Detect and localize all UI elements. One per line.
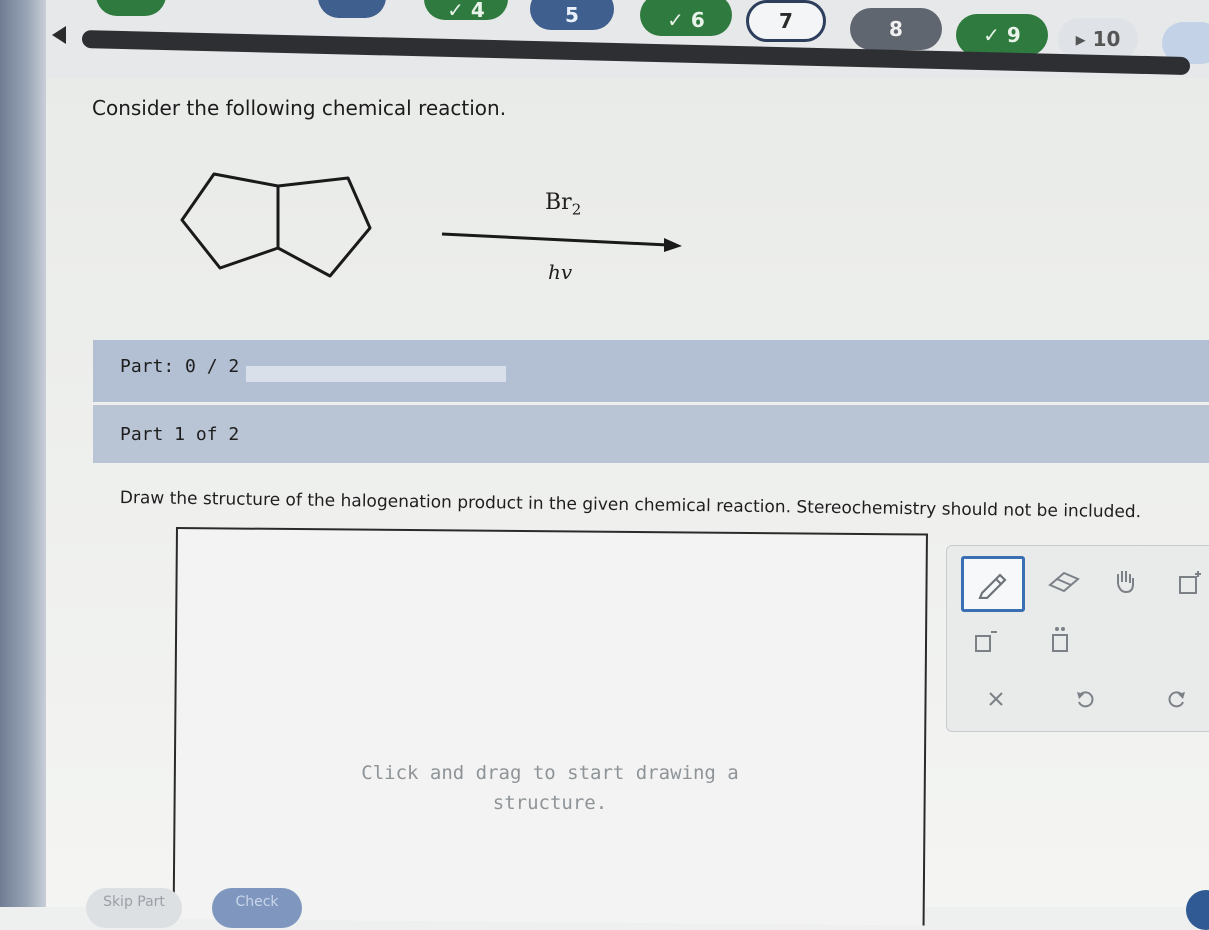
canvas-hint: Click and drag to start drawing a struct…	[350, 758, 750, 818]
undo-button[interactable]	[1071, 686, 1099, 714]
lone-pair-icon	[1052, 627, 1068, 652]
reagent-bromine: Br2	[545, 190, 581, 218]
part-header-bar	[93, 405, 1209, 463]
screen-left-edge	[0, 0, 46, 907]
reagent-bromine-subscript: 2	[571, 200, 582, 219]
clear-icon	[989, 692, 1003, 706]
nav-item-10-label: ▸ 10	[1075, 27, 1121, 51]
part-current-label: Part 1 of 2	[120, 424, 240, 445]
canvas-hint-line2: structure.	[492, 792, 608, 814]
nav-item-6[interactable]: ✓ 6	[640, 0, 732, 36]
nav-item-5-label: 5	[565, 3, 579, 27]
check-button[interactable]: Check	[212, 888, 302, 928]
canvas-hint-line1: Click and drag to start drawing a	[361, 762, 739, 784]
bicyclic-reactant-structure	[180, 172, 372, 278]
back-arrow-icon[interactable]	[52, 26, 66, 44]
pencil-icon	[978, 573, 1007, 599]
nav-item-9-label: ✓ 9	[983, 23, 1021, 47]
nav-item-9[interactable]: ✓ 9	[956, 14, 1048, 56]
nav-item-7-label: 7	[779, 9, 793, 33]
drawing-toolbox	[946, 545, 1209, 732]
reagent-bromine-symbol: Br	[545, 190, 572, 215]
nav-item-7[interactable]: 7	[746, 0, 826, 42]
eraser-tool-button[interactable]	[1041, 564, 1087, 600]
charge-icon	[975, 631, 997, 652]
charge-tool-button[interactable]	[969, 624, 1003, 658]
structure-drawing-canvas[interactable]	[172, 527, 928, 926]
part-progress-track	[246, 366, 506, 382]
reagent-light: hv	[548, 260, 573, 284]
undo-icon	[1077, 691, 1094, 708]
part-score-label: Part: 0 / 2	[120, 356, 240, 377]
nav-item-4-label: ✓ 4	[447, 0, 485, 22]
nav-item-8-label: 8	[889, 17, 903, 41]
expand-icon	[1179, 571, 1201, 594]
pan-tool-button[interactable]	[1107, 562, 1143, 598]
reaction-scheme	[180, 172, 682, 278]
redo-button[interactable]	[1163, 686, 1191, 714]
reaction-arrow-icon	[441, 232, 682, 252]
pencil-tool-button[interactable]	[961, 556, 1025, 612]
nav-item-6-label: ✓ 6	[667, 8, 705, 32]
redo-icon	[1168, 691, 1185, 708]
clear-button[interactable]	[983, 686, 1009, 712]
lone-pair-tool-button[interactable]	[1043, 622, 1077, 658]
eraser-icon	[1048, 571, 1080, 593]
nav-item-8[interactable]: 8	[850, 8, 942, 50]
hand-icon	[1117, 571, 1134, 594]
nav-item-5[interactable]: 5	[530, 0, 614, 30]
nav-item-4[interactable]: ✓ 4	[424, 0, 508, 22]
question-prompt: Consider the following chemical reaction…	[92, 96, 507, 120]
skip-part-button[interactable]: Skip Part	[86, 888, 182, 928]
expand-tool-button[interactable]	[1173, 566, 1207, 600]
